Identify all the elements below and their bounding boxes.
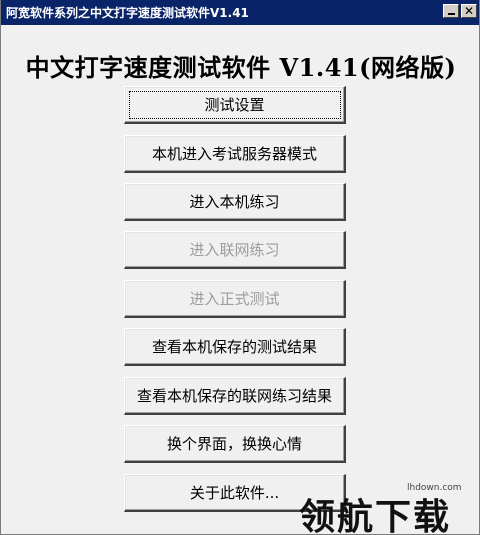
minimize-icon: [447, 13, 455, 15]
close-button[interactable]: ✕: [461, 4, 477, 18]
test-settings-button[interactable]: 测试设置: [124, 86, 346, 124]
close-icon: ✕: [463, 4, 475, 18]
network-practice-button[interactable]: 进入联网练习: [124, 231, 346, 269]
formal-test-button[interactable]: 进入正式测试: [124, 280, 346, 318]
server-mode-button[interactable]: 本机进入考试服务器模式: [124, 135, 346, 173]
app-window: 阿宽软件系列之中文打字速度测试软件V1.41 ✕ 中文打字速度测试软件 V1.4…: [0, 0, 480, 535]
watermark-logo: 领航下载: [299, 496, 452, 535]
change-skin-button[interactable]: 换个界面，换换心情: [124, 425, 346, 463]
app-heading: 中文打字速度测试软件 V1.41(网络版): [25, 53, 457, 82]
minimize-button[interactable]: [443, 4, 459, 18]
view-network-practice-results-button[interactable]: 查看本机保存的联网练习结果: [124, 377, 346, 415]
view-test-results-button[interactable]: 查看本机保存的测试结果: [124, 328, 346, 366]
local-practice-button[interactable]: 进入本机练习: [124, 183, 346, 221]
window-title: 阿宽软件系列之中文打字速度测试软件V1.41: [6, 6, 249, 20]
title-bar[interactable]: 阿宽软件系列之中文打字速度测试软件V1.41 ✕: [1, 0, 479, 25]
